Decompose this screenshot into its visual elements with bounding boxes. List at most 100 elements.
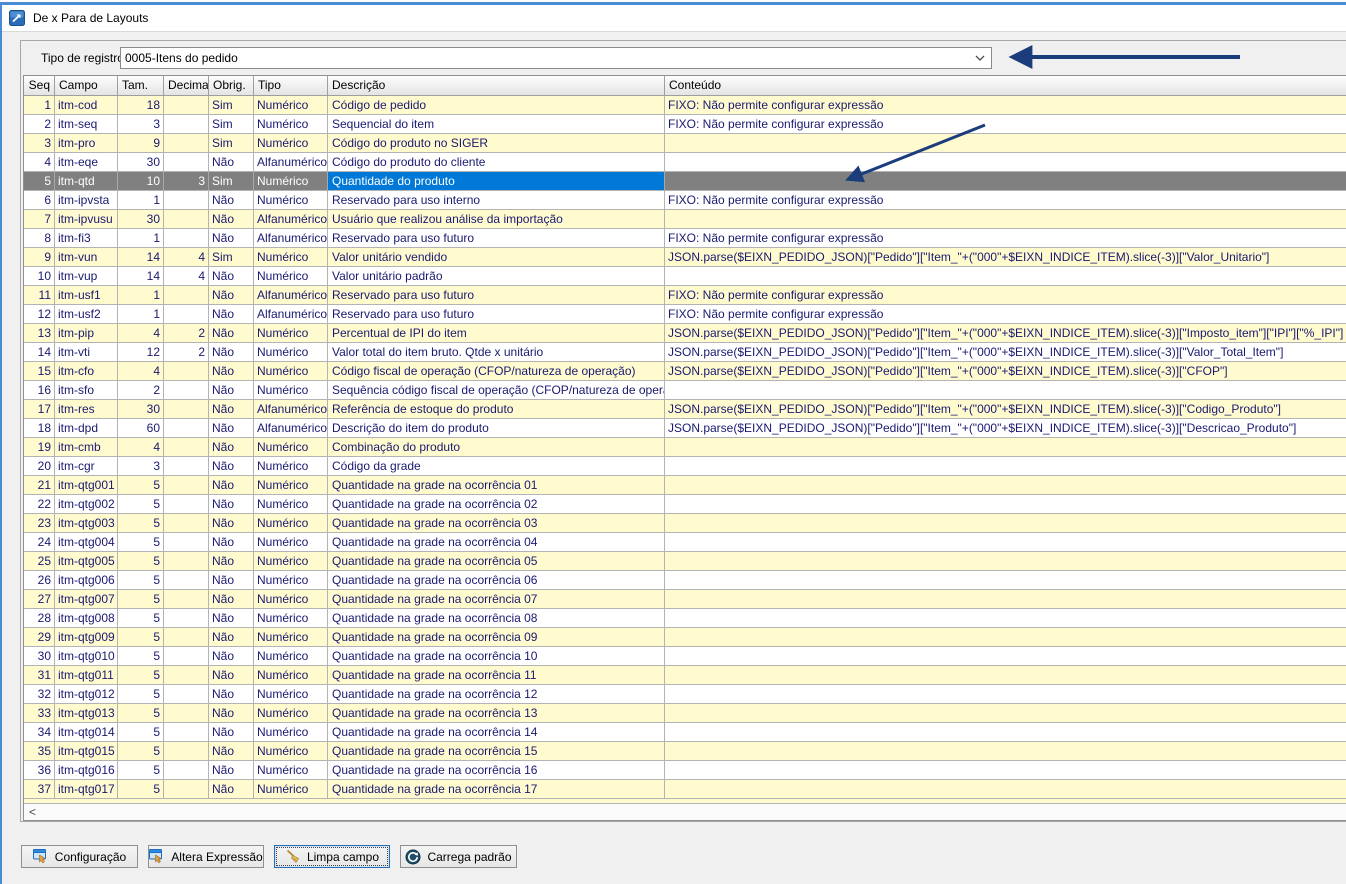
- cell-descricao[interactable]: Percentual de IPI do item: [328, 324, 665, 342]
- cell-tipo[interactable]: Numérico: [254, 96, 328, 114]
- table-row[interactable]: 7itm-ipvusu30NãoAlfanuméricoUsuário que …: [24, 210, 1346, 229]
- column-header-conteudo[interactable]: Conteúdo: [665, 76, 1346, 96]
- cell-descricao[interactable]: Reservado para uso futuro: [328, 229, 665, 247]
- table-row[interactable]: 34itm-qtg0145NãoNuméricoQuantidade na gr…: [24, 723, 1346, 742]
- cell-campo[interactable]: itm-qtg004: [55, 533, 118, 551]
- cell-obrig[interactable]: Não: [209, 704, 254, 722]
- cell-campo[interactable]: itm-qtg002: [55, 495, 118, 513]
- cell-campo[interactable]: itm-qtg012: [55, 685, 118, 703]
- table-row[interactable]: 14itm-vti122NãoNuméricoValor total do it…: [24, 343, 1346, 362]
- cell-tam[interactable]: 5: [118, 552, 164, 570]
- cell-descricao[interactable]: Descrição do item do produto: [328, 419, 665, 437]
- cell-campo[interactable]: itm-qtg010: [55, 647, 118, 665]
- cell-tipo[interactable]: Alfanumérico: [254, 229, 328, 247]
- table-row[interactable]: 16itm-sfo2NãoNuméricoSequência código fi…: [24, 381, 1346, 400]
- horizontal-scrollbar[interactable]: <: [24, 804, 1346, 820]
- cell-seq[interactable]: 14: [24, 343, 55, 361]
- cell-decimais[interactable]: [164, 666, 209, 684]
- cell-tam[interactable]: 4: [118, 324, 164, 342]
- table-row[interactable]: 25itm-qtg0055NãoNuméricoQuantidade na gr…: [24, 552, 1346, 571]
- cell-tam[interactable]: 5: [118, 495, 164, 513]
- cell-obrig[interactable]: Não: [209, 571, 254, 589]
- cell-conteudo[interactable]: [665, 590, 1346, 608]
- cell-seq[interactable]: 30: [24, 647, 55, 665]
- cell-tam[interactable]: 5: [118, 476, 164, 494]
- cell-descricao[interactable]: Quantidade na grade na ocorrência 15: [328, 742, 665, 760]
- table-row[interactable]: 28itm-qtg0085NãoNuméricoQuantidade na gr…: [24, 609, 1346, 628]
- cell-descricao[interactable]: Quantidade na grade na ocorrência 02: [328, 495, 665, 513]
- cell-campo[interactable]: itm-cfo: [55, 362, 118, 380]
- record-type-combobox[interactable]: 0005-Itens do pedido: [120, 47, 992, 69]
- cell-tam[interactable]: 1: [118, 286, 164, 304]
- cell-tipo[interactable]: Alfanumérico: [254, 305, 328, 323]
- cell-obrig[interactable]: Não: [209, 590, 254, 608]
- cell-descricao[interactable]: Quantidade na grade na ocorrência 08: [328, 609, 665, 627]
- configuracao-button[interactable]: Configuração: [21, 845, 138, 868]
- cell-campo[interactable]: itm-fi3: [55, 229, 118, 247]
- cell-obrig[interactable]: Não: [209, 419, 254, 437]
- cell-tipo[interactable]: Numérico: [254, 666, 328, 684]
- cell-conteudo[interactable]: [665, 571, 1346, 589]
- cell-tipo[interactable]: Numérico: [254, 324, 328, 342]
- column-header-obrig[interactable]: Obrig.: [209, 76, 254, 96]
- cell-tipo[interactable]: Numérico: [254, 533, 328, 551]
- cell-tam[interactable]: 14: [118, 267, 164, 285]
- cell-obrig[interactable]: Não: [209, 666, 254, 684]
- cell-obrig[interactable]: Sim: [209, 248, 254, 266]
- cell-seq[interactable]: 3: [24, 134, 55, 152]
- cell-seq[interactable]: 24: [24, 533, 55, 551]
- table-row[interactable]: 27itm-qtg0075NãoNuméricoQuantidade na gr…: [24, 590, 1346, 609]
- table-row[interactable]: 2itm-seq3SimNuméricoSequencial do itemFI…: [24, 115, 1346, 134]
- cell-tam[interactable]: 4: [118, 438, 164, 456]
- cell-decimais[interactable]: [164, 191, 209, 209]
- cell-seq[interactable]: 23: [24, 514, 55, 532]
- cell-seq[interactable]: 12: [24, 305, 55, 323]
- cell-seq[interactable]: 28: [24, 609, 55, 627]
- table-row[interactable]: 21itm-qtg0015NãoNuméricoQuantidade na gr…: [24, 476, 1346, 495]
- cell-tam[interactable]: 3: [118, 115, 164, 133]
- cell-campo[interactable]: itm-qtg005: [55, 552, 118, 570]
- cell-tipo[interactable]: Numérico: [254, 780, 328, 798]
- cell-seq[interactable]: 37: [24, 780, 55, 798]
- cell-obrig[interactable]: Não: [209, 628, 254, 646]
- table-row[interactable]: 36itm-qtg0165NãoNuméricoQuantidade na gr…: [24, 761, 1346, 780]
- cell-campo[interactable]: itm-vup: [55, 267, 118, 285]
- cell-conteudo[interactable]: [665, 457, 1346, 475]
- cell-descricao[interactable]: Quantidade na grade na ocorrência 07: [328, 590, 665, 608]
- cell-seq[interactable]: 26: [24, 571, 55, 589]
- cell-seq[interactable]: 31: [24, 666, 55, 684]
- cell-obrig[interactable]: Não: [209, 362, 254, 380]
- column-header-campo[interactable]: Campo: [55, 76, 118, 96]
- table-row[interactable]: 1itm-cod18SimNuméricoCódigo de pedidoFIX…: [24, 96, 1346, 115]
- cell-descricao[interactable]: Quantidade na grade na ocorrência 11: [328, 666, 665, 684]
- cell-decimais[interactable]: [164, 552, 209, 570]
- cell-descricao[interactable]: Quantidade na grade na ocorrência 14: [328, 723, 665, 741]
- cell-decimais[interactable]: [164, 210, 209, 228]
- cell-seq[interactable]: 6: [24, 191, 55, 209]
- cell-campo[interactable]: itm-sfo: [55, 381, 118, 399]
- cell-descricao[interactable]: Quantidade na grade na ocorrência 03: [328, 514, 665, 532]
- cell-tipo[interactable]: Numérico: [254, 590, 328, 608]
- cell-tam[interactable]: 5: [118, 533, 164, 551]
- cell-decimais[interactable]: [164, 609, 209, 627]
- cell-tam[interactable]: 30: [118, 153, 164, 171]
- cell-conteudo[interactable]: JSON.parse($EIXN_PEDIDO_JSON)["Pedido"][…: [665, 324, 1346, 342]
- cell-obrig[interactable]: Não: [209, 609, 254, 627]
- cell-descricao[interactable]: Quantidade na grade na ocorrência 06: [328, 571, 665, 589]
- table-row[interactable]: 22itm-qtg0025NãoNuméricoQuantidade na gr…: [24, 495, 1346, 514]
- cell-tam[interactable]: 1: [118, 229, 164, 247]
- cell-conteudo[interactable]: [665, 723, 1346, 741]
- table-row[interactable]: 26itm-qtg0065NãoNuméricoQuantidade na gr…: [24, 571, 1346, 590]
- cell-campo[interactable]: itm-qtd: [55, 172, 118, 190]
- cell-tipo[interactable]: Numérico: [254, 248, 328, 266]
- cell-obrig[interactable]: Não: [209, 457, 254, 475]
- cell-tipo[interactable]: Numérico: [254, 704, 328, 722]
- table-row[interactable]: 8itm-fi31NãoAlfanuméricoReservado para u…: [24, 229, 1346, 248]
- cell-obrig[interactable]: Não: [209, 780, 254, 798]
- table-row[interactable]: 19itm-cmb4NãoNuméricoCombinação do produ…: [24, 438, 1346, 457]
- cell-conteudo[interactable]: [665, 495, 1346, 513]
- cell-tipo[interactable]: Numérico: [254, 571, 328, 589]
- cell-campo[interactable]: itm-res: [55, 400, 118, 418]
- cell-campo[interactable]: itm-ipvusu: [55, 210, 118, 228]
- cell-decimais[interactable]: [164, 590, 209, 608]
